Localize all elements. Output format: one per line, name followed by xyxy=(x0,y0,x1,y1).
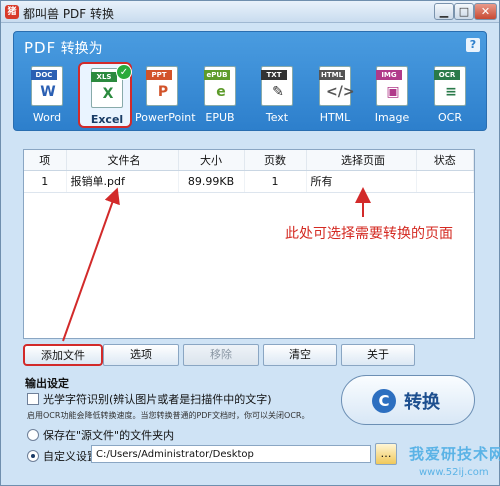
header-title-prefix: PDF xyxy=(24,39,57,57)
format-tag: DOC xyxy=(31,70,57,80)
powerpoint-file-icon: PPT P xyxy=(146,66,178,106)
table-row[interactable]: 1 报销单.pdf 89.99KB 1 所有 xyxy=(24,170,474,193)
ocr-checkbox[interactable] xyxy=(27,393,39,405)
format-word[interactable]: DOC W Word xyxy=(20,62,74,128)
app-logo-icon: 猪 xyxy=(5,5,19,19)
epub-file-icon: ePUB e xyxy=(204,66,236,106)
text-file-icon: TXT ✎ xyxy=(261,66,293,106)
watermark-main-text: 我爱研技术网 xyxy=(409,445,500,463)
custom-path-radio[interactable] xyxy=(27,450,39,462)
cell-index: 1 xyxy=(24,170,67,193)
html-file-icon: HTML </> xyxy=(319,66,355,106)
format-tag: XLS xyxy=(91,72,117,82)
minimize-button[interactable]: ▁ xyxy=(434,3,454,20)
format-glyph: W xyxy=(40,84,56,100)
remove-button[interactable]: 移除 xyxy=(183,344,259,366)
format-glyph: e xyxy=(216,84,226,100)
format-label: Image xyxy=(374,111,410,124)
image-file-icon: IMG ▣ xyxy=(376,66,408,106)
format-label: OCR xyxy=(438,111,462,124)
convert-label: 转换 xyxy=(404,392,440,413)
close-button[interactable]: ✕ xyxy=(474,3,497,20)
ocr-file-icon: OCR ≡ xyxy=(434,66,466,106)
col-header-page-range[interactable]: 选择页面 xyxy=(306,150,417,171)
format-tag: IMG xyxy=(376,70,402,80)
cell-size: 89.99KB xyxy=(178,170,245,193)
selected-check-icon: ✓ xyxy=(116,64,132,80)
format-header: PDF 转换为 ? DOC W Word XLS X ✓ Excel PPT P PowerPoi… xyxy=(13,31,487,131)
format-tag: ePUB xyxy=(204,70,230,80)
format-tag: HTML xyxy=(319,70,345,80)
word-file-icon: DOC W xyxy=(31,66,63,106)
format-html[interactable]: HTML </> HTML xyxy=(308,62,362,128)
ocr-hint: 启用OCR功能会降低转换速度。当您转换普通的PDF文档时，你可以关闭OCR。 xyxy=(27,411,310,420)
format-excel[interactable]: XLS X ✓ Excel xyxy=(78,62,132,128)
format-tag: OCR xyxy=(434,70,460,80)
watermark-url: www.52ij.com xyxy=(419,467,489,478)
cell-pages: 1 xyxy=(244,170,307,193)
format-label: PowerPoint xyxy=(135,111,196,124)
format-tag: PPT xyxy=(146,70,172,80)
col-header-size[interactable]: 大小 xyxy=(178,150,245,171)
add-file-button[interactable]: 添加文件 xyxy=(23,344,103,366)
format-glyph: ≡ xyxy=(445,84,457,100)
browse-folder-icon[interactable]: … xyxy=(375,443,397,465)
help-icon[interactable]: ? xyxy=(466,38,480,52)
col-header-status[interactable]: 状态 xyxy=(416,150,474,171)
save-source-radio[interactable] xyxy=(27,429,39,441)
app-window: 猪 都叫兽 PDF 转换 ▁ □ ✕ PDF 转换为 ? DOC W Word XLS… xyxy=(0,0,500,486)
file-table-panel: 项 文件名 大小 页数 选择页面 状态 1 报销单.pdf 89.99KB 1 … xyxy=(23,149,475,339)
save-source-option[interactable]: 保存在"源文件"的文件夹内 xyxy=(27,427,174,443)
format-label: Excel xyxy=(90,113,124,126)
format-glyph: X xyxy=(102,86,114,102)
format-list: DOC W Word XLS X ✓ Excel PPT P PowerPoint ePUB e EPU… xyxy=(20,62,482,128)
format-tag: TXT xyxy=(261,70,287,80)
format-glyph: ▣ xyxy=(386,84,400,100)
convert-icon: C xyxy=(372,389,396,413)
custom-path-option[interactable]: 自定义设置 xyxy=(27,448,98,464)
format-ocr[interactable]: OCR ≡ OCR xyxy=(423,62,477,128)
window-title: 都叫兽 PDF 转换 xyxy=(23,7,115,21)
site-watermark: 我爱研技术网 www.52ij.com xyxy=(401,443,500,485)
col-header-filename[interactable]: 文件名 xyxy=(66,150,179,171)
clear-button[interactable]: 清空 xyxy=(263,344,337,366)
cell-status xyxy=(416,170,474,193)
format-label: EPUB xyxy=(205,111,235,124)
output-settings-title: 输出设定 xyxy=(25,377,69,390)
cell-filename: 报销单.pdf xyxy=(66,170,179,193)
table-header-row: 项 文件名 大小 页数 选择页面 状态 xyxy=(24,150,474,171)
format-label: Word xyxy=(32,111,62,124)
format-glyph: </> xyxy=(326,84,355,100)
header-title: PDF 转换为 xyxy=(24,38,103,58)
format-label: HTML xyxy=(319,111,351,124)
format-label: Text xyxy=(265,111,289,124)
cell-page-range[interactable]: 所有 xyxy=(306,170,417,193)
convert-button[interactable]: C 转换 xyxy=(341,375,475,425)
custom-path-label: 自定义设置 xyxy=(43,450,98,463)
format-text[interactable]: TXT ✎ Text xyxy=(250,62,304,128)
file-table: 项 文件名 大小 页数 选择页面 状态 1 报销单.pdf 89.99KB 1 … xyxy=(24,150,474,193)
header-title-suffix: 转换为 xyxy=(60,41,103,57)
save-source-label: 保存在"源文件"的文件夹内 xyxy=(43,429,175,442)
format-epub[interactable]: ePUB e EPUB xyxy=(193,62,247,128)
format-powerpoint[interactable]: PPT P PowerPoint xyxy=(135,62,196,128)
ocr-label: 光学字符识别(辨认图片或者是扫描件中的文字) xyxy=(43,393,272,406)
options-button[interactable]: 选项 xyxy=(103,344,179,366)
output-path-input[interactable] xyxy=(91,445,371,463)
ocr-option[interactable]: 光学字符识别(辨认图片或者是扫描件中的文字) xyxy=(27,391,272,407)
format-image[interactable]: IMG ▣ Image xyxy=(365,62,419,128)
maximize-button[interactable]: □ xyxy=(454,3,474,20)
format-glyph: ✎ xyxy=(272,84,284,100)
col-header-index[interactable]: 项 xyxy=(24,150,67,171)
annotation-text: 此处可选择需要转换的页面 xyxy=(285,226,453,242)
col-header-pages[interactable]: 页数 xyxy=(244,150,307,171)
title-bar: 猪 都叫兽 PDF 转换 ▁ □ ✕ xyxy=(1,1,499,23)
about-button[interactable]: 关于 xyxy=(341,344,415,366)
format-glyph: P xyxy=(157,84,169,100)
